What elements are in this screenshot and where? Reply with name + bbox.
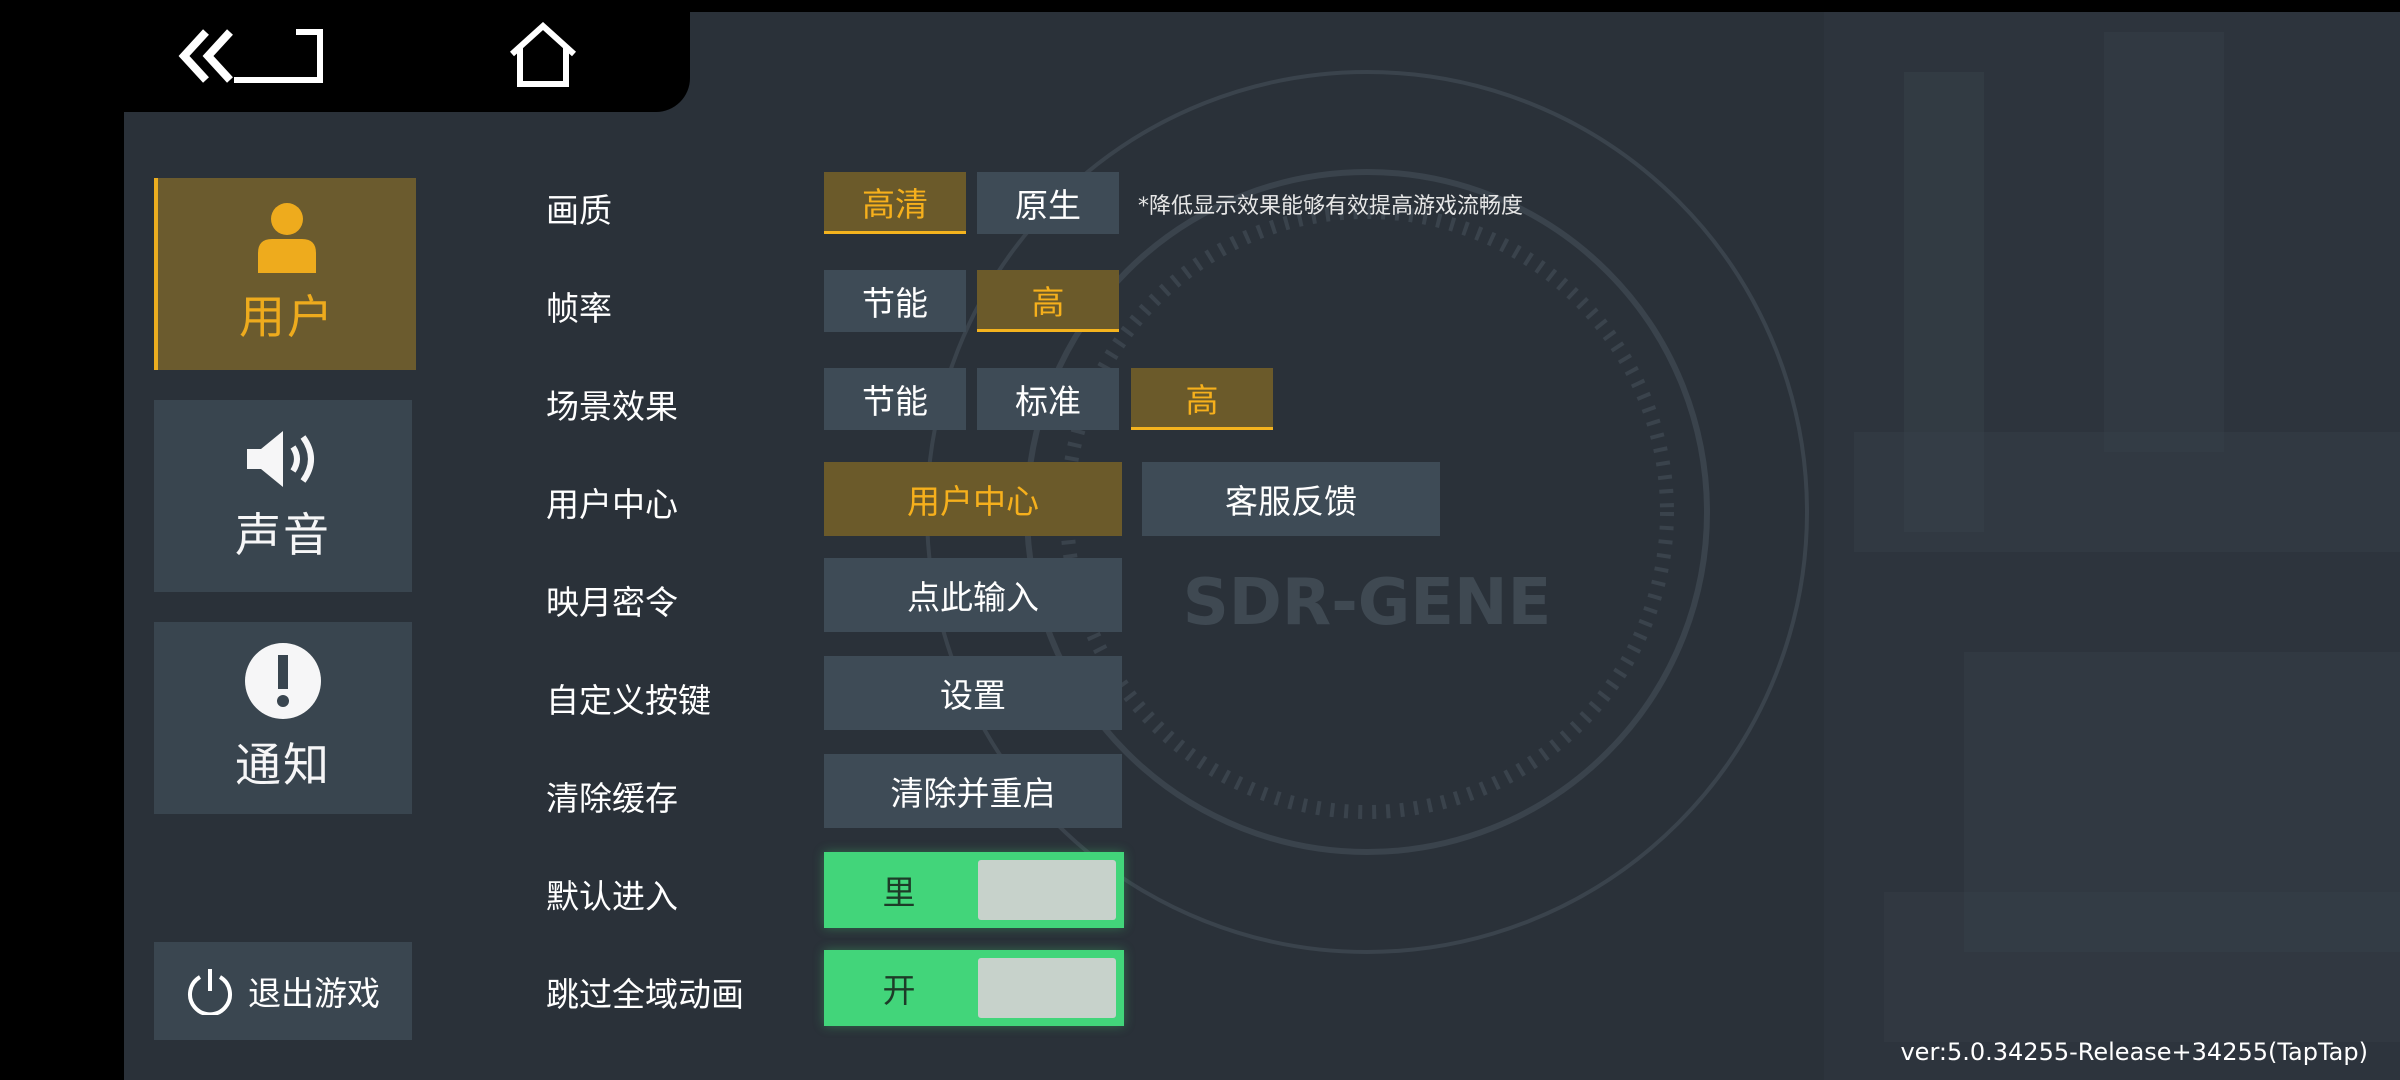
sidebar-tab-label: 声音: [235, 508, 331, 562]
sidebar-tab-user[interactable]: 用户: [154, 178, 416, 370]
speaker-icon: [247, 431, 314, 487]
quality-option-native[interactable]: 原生: [977, 172, 1119, 234]
scene-option-standard[interactable]: 标准: [977, 368, 1119, 430]
password-input-button[interactable]: 点此输入: [824, 558, 1122, 632]
power-icon: [188, 969, 232, 1015]
framerate-option-high[interactable]: 高: [977, 270, 1119, 332]
exit-game-label: 退出游戏: [248, 974, 380, 1013]
top-bar: [0, 0, 690, 112]
scene-option-saver[interactable]: 节能: [824, 368, 966, 430]
skip-animation-toggle[interactable]: 开: [824, 950, 1124, 1026]
exit-game-button[interactable]: 退出游戏: [154, 942, 412, 1040]
default-entry-toggle[interactable]: 里: [824, 852, 1124, 928]
user-center-button[interactable]: 用户中心: [824, 462, 1122, 536]
default-entry-value: 里: [882, 873, 916, 912]
sidebar-tab-notice[interactable]: 通知: [154, 622, 412, 814]
password-label: 映月密令: [546, 583, 678, 622]
customer-feedback-button[interactable]: 客服反馈: [1142, 462, 1440, 536]
sidebar-tab-sound[interactable]: 声音: [154, 400, 412, 592]
quality-option-hd[interactable]: 高清: [824, 172, 966, 234]
default-entry-label: 默认进入: [546, 877, 678, 916]
user-center-label: 用户中心: [546, 485, 678, 524]
home-icon: [509, 21, 577, 87]
sidebar-tab-label: 用户: [239, 290, 335, 344]
custom-keys-label: 自定义按键: [546, 681, 711, 720]
back-double-chevron-icon: [178, 29, 323, 83]
clear-cache-button[interactable]: 清除并重启: [824, 754, 1122, 828]
custom-keys-button[interactable]: 设置: [824, 656, 1122, 730]
toggle-knob: [978, 958, 1116, 1018]
framerate-label: 帧率: [546, 289, 612, 328]
framerate-option-saver[interactable]: 节能: [824, 270, 966, 332]
toggle-knob: [978, 860, 1116, 920]
scene-option-high[interactable]: 高: [1131, 368, 1273, 430]
back-button[interactable]: [178, 26, 328, 86]
scene-label: 场景效果: [546, 387, 678, 426]
quality-note: *降低显示效果能够有效提高游戏流畅度: [1138, 194, 1524, 219]
quality-label: 画质: [546, 191, 612, 230]
skip-animation-label: 跳过全域动画: [546, 975, 744, 1014]
sidebar-tab-label: 通知: [235, 738, 331, 792]
settings-panel: [124, 12, 2400, 1080]
home-button[interactable]: [508, 21, 578, 88]
alert-icon: [245, 643, 321, 719]
user-icon: [258, 203, 316, 273]
version-text: ver:5.0.34255-Release+34255(TapTap): [1900, 1038, 2368, 1066]
skip-animation-value: 开: [882, 971, 916, 1010]
clear-cache-label: 清除缓存: [546, 779, 678, 818]
